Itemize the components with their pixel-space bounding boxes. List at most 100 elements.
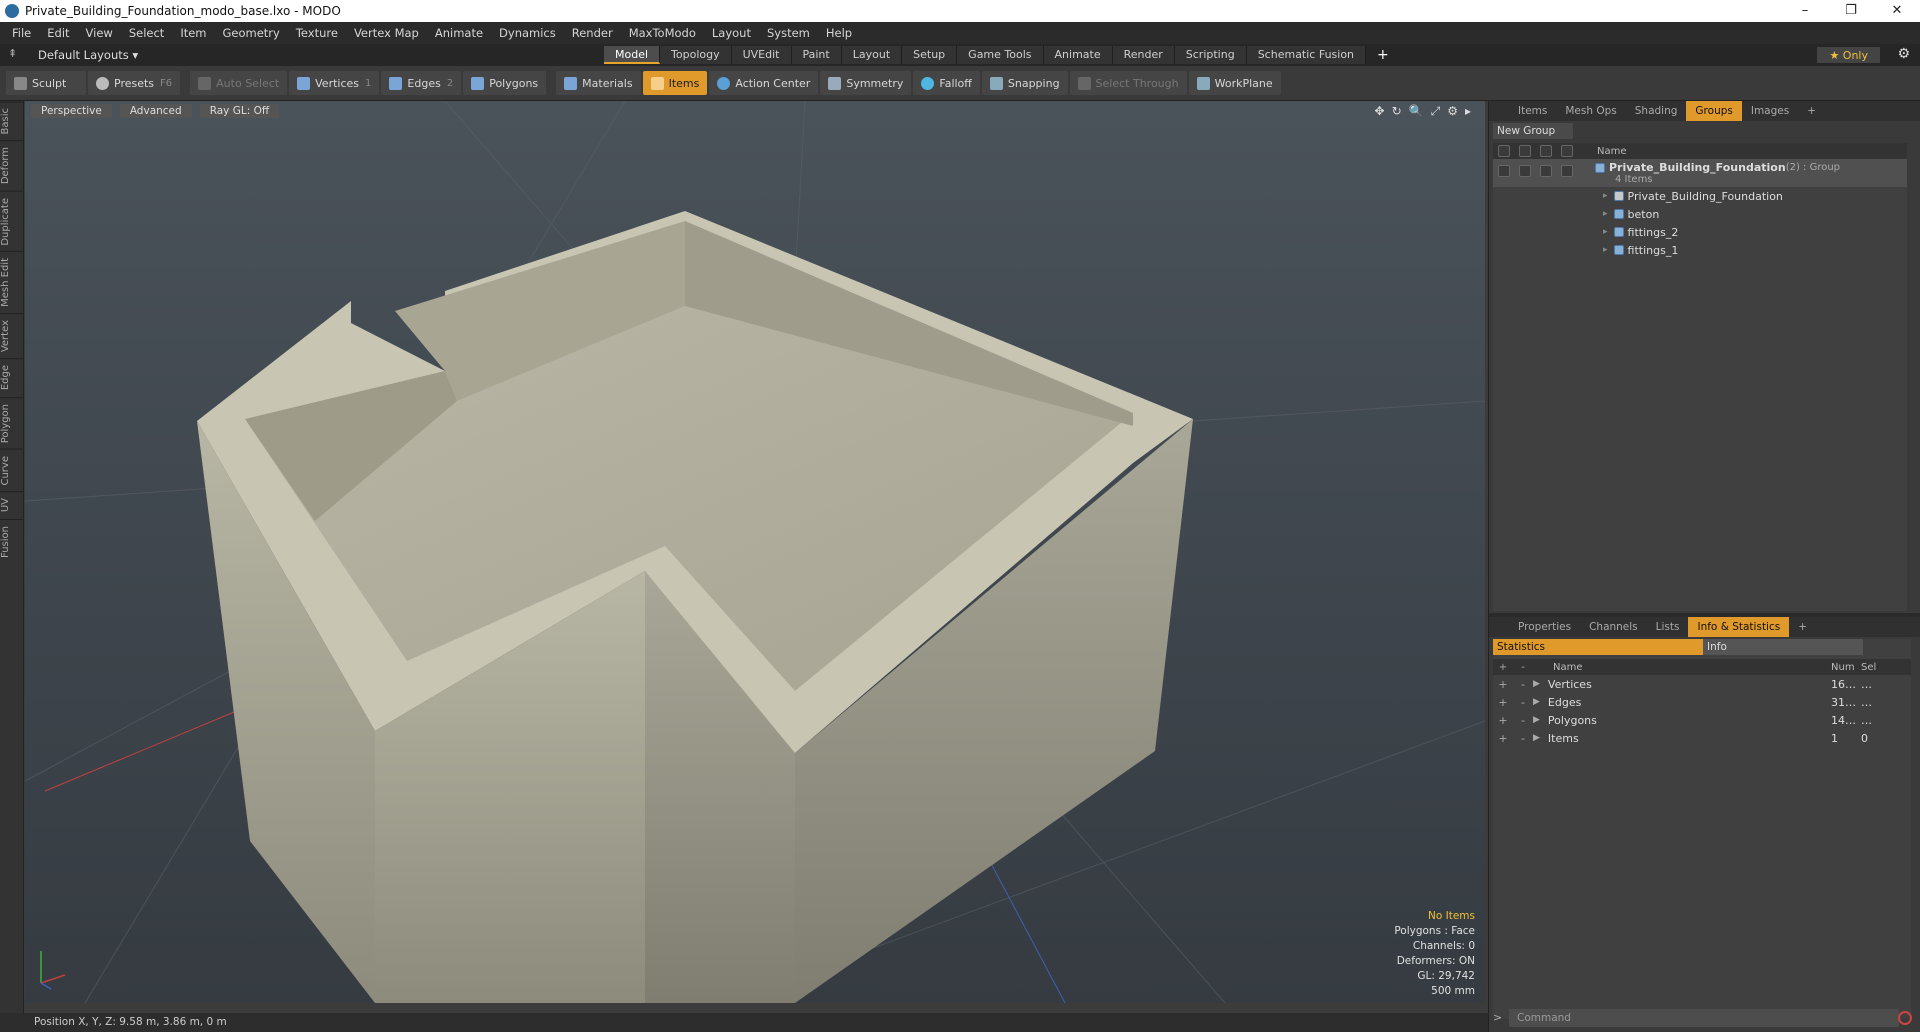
tab-mesh-ops[interactable]: Mesh Ops [1556,101,1625,121]
tab-game-tools[interactable]: Game Tools [957,46,1044,64]
close-button[interactable]: ✕ [1874,0,1920,22]
viewport-settings-icon[interactable]: ⚙ [1447,104,1458,119]
minimize-button[interactable]: – [1782,0,1828,22]
tab-setup[interactable]: Setup [902,46,958,64]
command-history-icon[interactable]: > [1493,1011,1502,1024]
zoom-icon[interactable]: 🔍 [1409,104,1424,119]
snapping-button[interactable]: Snapping [981,71,1068,95]
expand-arrow-icon[interactable]: ▸ [1603,227,1608,237]
tool-tab-vertex[interactable]: Vertex [0,313,24,359]
expand-triangle-icon[interactable]: ▶ [1533,697,1540,707]
menu-help[interactable]: Help [818,26,860,40]
minus-icon[interactable]: - [1513,732,1533,745]
rotate-icon[interactable]: ↻ [1392,104,1402,119]
presets-button[interactable]: Presets F6 [88,71,181,95]
plus-icon[interactable]: + [1493,678,1513,691]
action-center-button[interactable]: Action Center [709,71,819,95]
tab-render[interactable]: Render [1112,46,1175,64]
tool-tab-fusion[interactable]: Fusion [0,518,24,564]
raygl-toggle[interactable]: Ray GL: Off [199,104,280,118]
render-toggle-icon[interactable] [1539,165,1552,177]
expand-triangle-icon[interactable]: ▶ [1533,733,1540,743]
menu-item[interactable]: Item [172,26,214,40]
falloff-button[interactable]: Falloff [913,71,980,95]
expand-arrow-icon[interactable]: ▸ [1603,191,1608,201]
plus-icon[interactable]: + [1493,714,1513,727]
lock-icon[interactable] [1518,165,1531,177]
maximize-button[interactable]: ❐ [1828,0,1874,22]
advanced-menu[interactable]: Advanced [119,104,192,118]
stat-row-vertices[interactable]: + - ▶ Vertices 16…… [1493,675,1911,693]
stat-row-polygons[interactable]: + - ▶ Polygons 14…… [1493,711,1911,729]
menu-file[interactable]: File [4,26,39,40]
menu-maxtomodo[interactable]: MaxToModo [621,26,704,40]
name-column-header[interactable]: Name [1597,146,1627,157]
plus-icon[interactable]: + [1493,732,1513,745]
tab-groups[interactable]: Groups [1686,101,1742,121]
menu-texture[interactable]: Texture [288,26,346,40]
tab-lists[interactable]: Lists [1647,617,1689,637]
menu-select[interactable]: Select [121,26,172,40]
tab-info-statistics[interactable]: Info & Statistics [1688,617,1790,637]
tab-schematic-fusion[interactable]: Schematic Fusion [1246,46,1367,64]
tab-uvedit[interactable]: UVEdit [731,46,792,64]
tab-topology[interactable]: Topology [660,46,732,64]
auto-select-button[interactable]: Auto Select [190,71,288,95]
plus-icon[interactable]: + [1493,696,1513,709]
tool-tab-mesh-edit[interactable]: Mesh Edit [0,251,24,314]
add-tab-button[interactable]: + [1366,46,1400,64]
expand-arrow-icon[interactable]: ▸ [1603,209,1608,219]
symmetry-button[interactable]: Symmetry [820,71,912,95]
tab-shading[interactable]: Shading [1626,101,1687,121]
tool-tab-uv[interactable]: UV [0,491,24,519]
vertices-button[interactable]: Vertices 1 [289,71,380,95]
new-group-button[interactable]: New Group [1493,123,1573,139]
expand-arrow-icon[interactable]: ▸ [1603,245,1608,255]
tool-tab-deform[interactable]: Deform [0,140,24,191]
tool-tab-edge[interactable]: Edge [0,358,24,397]
stat-sel-header[interactable]: Sel [1861,662,1891,673]
select-through-button[interactable]: Select Through [1069,71,1187,95]
layout-collapse-icon[interactable]: ⇞ [8,47,17,60]
tab-scripting[interactable]: Scripting [1174,46,1247,64]
tree-item[interactable]: ▸ beton [1493,205,1907,223]
group-row[interactable]: Private_Building_Foundation (2) : Group … [1493,159,1907,187]
statistics-tab[interactable]: Statistics [1493,639,1703,655]
perspective-menu[interactable]: Perspective [31,104,112,118]
tree-item[interactable]: ▸ fittings_2 [1493,223,1907,241]
minus-icon[interactable]: - [1513,696,1533,709]
add-bottom-tab-button[interactable]: + [1789,617,1816,637]
tab-images[interactable]: Images [1742,101,1798,121]
menu-geometry[interactable]: Geometry [215,26,288,40]
command-record-icon[interactable] [1898,1011,1912,1025]
tab-paint[interactable]: Paint [791,46,842,64]
expand-triangle-icon[interactable]: ▶ [1533,715,1540,725]
menu-animate[interactable]: Animate [427,26,491,40]
tab-properties[interactable]: Properties [1509,617,1580,637]
items-button[interactable]: Items [642,71,708,95]
stat-name-header[interactable]: Name [1533,662,1831,673]
menu-layout[interactable]: Layout [704,26,759,40]
materials-button[interactable]: Materials [556,71,641,95]
expand-triangle-icon[interactable]: ▶ [1533,679,1540,689]
tree-item[interactable]: ▸ Private_Building_Foundation [1493,187,1907,205]
menu-render[interactable]: Render [564,26,621,40]
layout-selector[interactable]: Default Layouts ▾ [38,48,138,62]
pan-icon[interactable]: ✥ [1375,104,1385,119]
stat-num-header[interactable]: Num [1831,662,1861,673]
polygons-button[interactable]: Polygons [463,71,547,95]
tool-tab-basic[interactable]: Basic [0,101,24,141]
stat-row-items[interactable]: + - ▶ Items 1 0 [1493,729,1911,747]
only-toggle[interactable]: ★ Only [1817,47,1880,63]
menu-dynamics[interactable]: Dynamics [491,26,564,40]
tree-item[interactable]: ▸ fittings_1 [1493,241,1907,259]
3d-viewport[interactable]: Perspective Advanced Ray GL: Off ✥ ↻ 🔍 ⤢… [25,101,1485,1003]
tab-channels[interactable]: Channels [1580,617,1647,637]
menu-vertex-map[interactable]: Vertex Map [346,26,427,40]
viewport-more-icon[interactable]: ▸ [1465,104,1471,119]
menu-edit[interactable]: Edit [39,26,77,40]
select-toggle-icon[interactable] [1560,165,1573,177]
menu-view[interactable]: View [78,26,121,40]
stat-row-edges[interactable]: + - ▶ Edges 31…… [1493,693,1911,711]
command-input[interactable]: Command [1509,1009,1899,1027]
